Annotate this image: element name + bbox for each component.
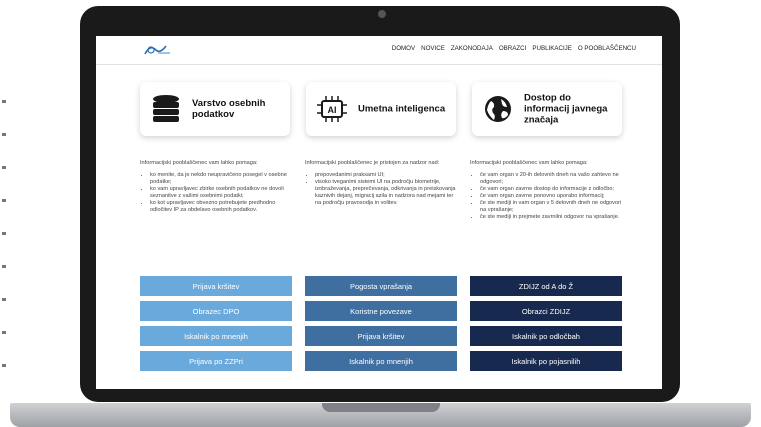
top-navigation: DOMOV NOVICE ZAKONODAJA OBRAZCI PUBLIKAC… xyxy=(96,36,662,65)
nav-link-domov[interactable]: DOMOV xyxy=(392,45,415,52)
list-item: če vam organ v 20-ih delovnih dneh na va… xyxy=(480,172,622,186)
column-2-text: Informacijski pooblaščenec je pristojen … xyxy=(305,160,457,207)
card-title: Umetna inteligenca xyxy=(358,103,446,115)
card-varstvo-osebnih-podatkov[interactable]: Varstvo osebnih podatkov xyxy=(140,82,290,136)
ai-chip-label: AI xyxy=(328,105,337,115)
list-item: če vam organ zavrne ponovno uporabo info… xyxy=(480,193,622,200)
ai-chip-icon: AI xyxy=(317,96,347,122)
prijava-krsitev-ai-button[interactable]: Prijava kršitev xyxy=(305,326,457,346)
nav-link-o-pooblascencu[interactable]: O POOBLAŠČENCU xyxy=(578,45,636,52)
iskalnik-po-mnenjih-ai-button[interactable]: Iskalnik po mnenjih xyxy=(305,351,457,371)
column-1-text: Informacijski pooblaščenec vam lahko pom… xyxy=(140,160,292,214)
laptop-screen: DOMOV NOVICE ZAKONODAJA OBRAZCI PUBLIKAC… xyxy=(96,36,662,389)
list-item: ko menite, da je nekdo neupravičeno pose… xyxy=(150,172,292,186)
nav-link-zakonodaja[interactable]: ZAKONODAJA xyxy=(451,45,493,52)
list-item: če ste mediji in prejmete zavrnilni odgo… xyxy=(480,214,622,221)
pogosta-vprasanja-button[interactable]: Pogosta vprašanja xyxy=(305,276,457,296)
obrazec-dpo-button[interactable]: Obrazec DPO xyxy=(140,301,292,321)
koristne-povezave-button[interactable]: Koristne povezave xyxy=(305,301,457,321)
column-intro: Informacijski pooblaščenec vam lahko pom… xyxy=(470,160,588,166)
column-list: ko menite, da je nekdo neupravičeno pose… xyxy=(140,172,292,214)
edge-marks xyxy=(2,100,14,397)
nav-links: DOMOV NOVICE ZAKONODAJA OBRAZCI PUBLIKAC… xyxy=(392,45,636,52)
prijava-krsitev-button[interactable]: Prijava kršitev xyxy=(140,276,292,296)
column-intro: Informacijski pooblaščenec je pristojen … xyxy=(305,160,440,166)
list-item: ko vam upravljavec zbirke osebnih podatk… xyxy=(150,186,292,200)
card-umetna-inteligenca[interactable]: AI Umetna inteligenca xyxy=(306,82,456,136)
database-icon xyxy=(153,95,179,122)
list-item: če vam organ zavrne dostop do informacij… xyxy=(480,186,622,193)
card-title: Varstvo osebnih podatkov xyxy=(192,98,266,120)
list-item: ko kot upravljavec obvezno potrebujete p… xyxy=(150,200,292,214)
zdijz-od-a-do-z-button[interactable]: ZDIJZ od A do Ž xyxy=(470,276,622,296)
organisation-logo-icon[interactable] xyxy=(142,42,172,58)
nav-link-publikacije[interactable]: PUBLIKACIJE xyxy=(532,45,572,52)
iskalnik-po-pojasnilih-button[interactable]: Iskalnik po pojasnilih xyxy=(470,351,622,371)
card-dostop-do-informacij[interactable]: Dostop do informacij javnega značaja xyxy=(472,82,622,136)
list-item: prepovedanimi praksami UI; xyxy=(315,172,457,179)
nav-link-obrazci[interactable]: OBRAZCI xyxy=(499,45,527,52)
list-item: visoko tveganimi sistemi UI na področju … xyxy=(315,179,457,207)
list-item: če ste mediji in vam organ v 5 delovnih … xyxy=(480,200,622,214)
card-title: Dostop do informacij javnega značaja xyxy=(524,92,608,126)
nav-link-novice[interactable]: NOVICE xyxy=(421,45,445,52)
obrazci-zdijz-button[interactable]: Obrazci ZDIJZ xyxy=(470,301,622,321)
column-list: če vam organ v 20-ih delovnih dneh na va… xyxy=(470,172,622,221)
camera-icon xyxy=(378,10,386,18)
column-intro: Informacijski pooblaščenec vam lahko pom… xyxy=(140,160,258,166)
prijava-po-zzpri-button[interactable]: Prijava po ZZPri xyxy=(140,351,292,371)
column-list: prepovedanimi praksami UI; visoko tvegan… xyxy=(305,172,457,207)
globe-icon xyxy=(485,96,511,122)
iskalnik-po-odlocbah-button[interactable]: Iskalnik po odločbah xyxy=(470,326,622,346)
laptop-base-notch xyxy=(322,403,440,412)
column-3-text: Informacijski pooblaščenec vam lahko pom… xyxy=(470,160,622,221)
iskalnik-po-mnenjih-button[interactable]: Iskalnik po mnenjih xyxy=(140,326,292,346)
